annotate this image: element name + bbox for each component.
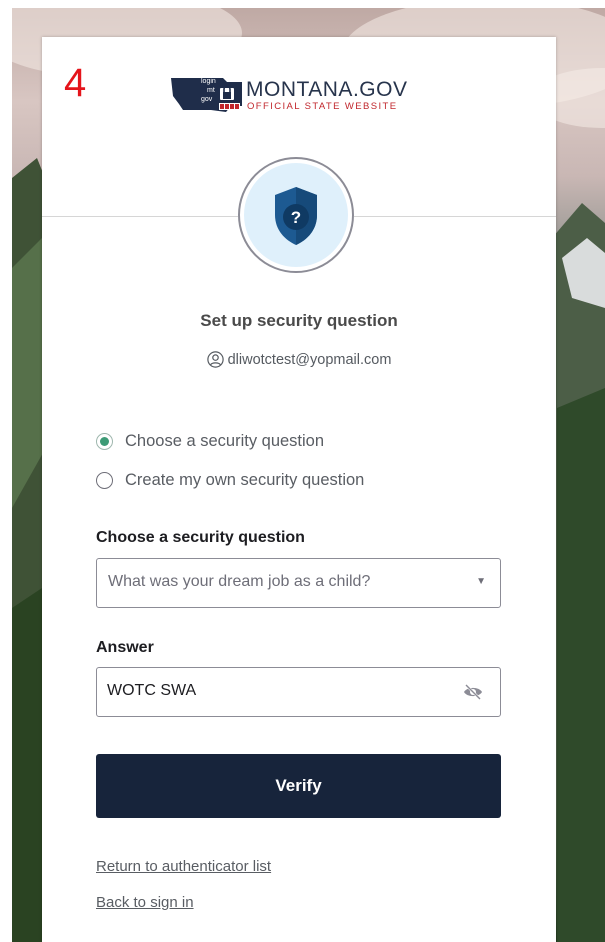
question-select-label: Choose a security question: [96, 529, 305, 546]
montana-gov-logo: login mt gov MONTANA.GOV OFFICIAL STATE …: [171, 75, 407, 115]
return-to-authenticator-list-link[interactable]: Return to authenticator list: [96, 858, 271, 875]
radio-create-question[interactable]: Create my own security question: [96, 471, 364, 490]
logo-title: MONTANA.GOV: [246, 77, 408, 101]
authenticator-badge-fill: ?: [244, 163, 348, 267]
shield-question-icon: ?: [275, 187, 317, 245]
radio-button-checked[interactable]: [96, 433, 113, 450]
logo-wordmark: MONTANA.GOV OFFICIAL STATE WEBSITE: [246, 77, 408, 112]
answer-field[interactable]: [96, 667, 501, 717]
radio-label-choose: Choose a security question: [125, 432, 325, 450]
radio-button-unchecked[interactable]: [96, 472, 113, 489]
logo-subtitle: OFFICIAL STATE WEBSITE: [247, 100, 398, 112]
page-number-marker: 4: [64, 61, 87, 105]
security-question-select[interactable]: What was your dream job as a child? ▼: [96, 558, 501, 608]
user-identifier: dliwotctest@yopmail.com: [42, 351, 556, 368]
page-title: Set up security question: [200, 311, 398, 330]
answer-label: Answer: [96, 639, 154, 656]
back-to-sign-in-link[interactable]: Back to sign in: [96, 894, 194, 911]
emblem-text-mt: mt: [207, 87, 215, 94]
verify-button[interactable]: Verify: [96, 754, 501, 818]
radio-choose-question[interactable]: Choose a security question: [96, 432, 324, 451]
header-divider-left: [42, 216, 238, 217]
user-email: dliwotctest@yopmail.com: [227, 351, 392, 368]
authenticator-badge: ?: [238, 157, 354, 273]
emblem-text-gov: gov: [201, 96, 213, 103]
selected-question: What was your dream job as a child?: [108, 573, 371, 590]
emblem-text-login: login: [201, 78, 216, 85]
header-divider-right: [354, 216, 556, 217]
user-circle-icon: [206, 351, 224, 368]
eye-slash-icon[interactable]: [462, 683, 484, 701]
caret-down-icon: ▼: [476, 576, 486, 587]
radio-label-create: Create my own security question: [125, 471, 365, 489]
answer-input[interactable]: [107, 682, 447, 700]
svg-text:?: ?: [291, 208, 301, 227]
login-mt-gov-emblem: login mt gov: [171, 76, 242, 114]
sign-in-card: 4 login mt gov MONTANA.GOV OFFICIAL STAT…: [42, 37, 556, 942]
